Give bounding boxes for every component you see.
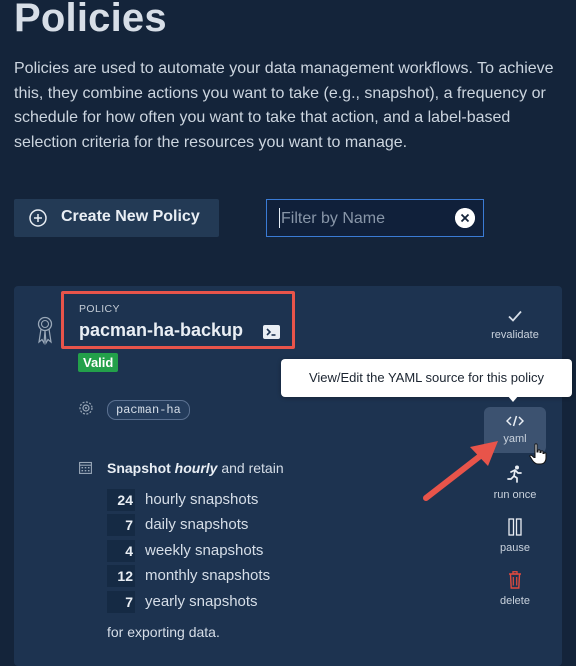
schedule-frequency: hourly <box>174 460 218 476</box>
running-person-icon <box>507 465 522 483</box>
delete-button[interactable]: delete <box>480 571 550 607</box>
create-new-policy-label: Create New Policy <box>61 208 200 225</box>
retention-count: 7 <box>107 591 135 613</box>
plus-circle-icon <box>29 209 47 227</box>
pause-label: pause <box>500 542 530 554</box>
retention-label: yearly snapshots <box>145 593 258 610</box>
hand-cursor-icon <box>529 443 547 465</box>
code-icon <box>505 415 525 427</box>
tooltip-arrow <box>507 395 519 402</box>
retention-count: 4 <box>107 540 135 562</box>
trash-icon <box>509 571 521 589</box>
retention-label: weekly snapshots <box>145 542 264 559</box>
retention-count: 12 <box>107 565 135 587</box>
filter-by-name-input[interactable] <box>279 207 443 231</box>
retention-label: monthly snapshots <box>145 567 271 584</box>
ribbon-icon <box>37 316 53 345</box>
filter-by-name-field[interactable] <box>266 199 484 237</box>
delete-label: delete <box>500 595 530 607</box>
calendar-icon <box>79 461 92 474</box>
selector-label-pill: pacman-ha <box>107 400 190 420</box>
create-new-policy-button[interactable]: Create New Policy <box>14 199 219 237</box>
pause-icon <box>508 518 522 536</box>
page-description: Policies are used to automate your data … <box>14 60 554 151</box>
text-caret <box>279 208 280 228</box>
policy-kicker: POLICY <box>79 303 120 315</box>
revalidate-label: revalidate <box>491 329 539 341</box>
pause-button[interactable]: pause <box>480 518 550 554</box>
yaml-tooltip: View/Edit the YAML source for this polic… <box>281 359 572 397</box>
revalidate-button[interactable]: revalidate <box>480 309 550 341</box>
check-icon <box>508 310 522 322</box>
retention-count: 7 <box>107 514 135 536</box>
retention-count: 24 <box>107 489 135 511</box>
schedule-summary: Snapshot hourly and retain <box>107 460 284 476</box>
page-title: Policies <box>14 0 167 40</box>
terminal-icon[interactable] <box>263 325 280 339</box>
schedule-action: Snapshot <box>107 460 171 476</box>
target-icon <box>79 401 93 415</box>
annotation-arrow <box>423 441 498 501</box>
status-badge: Valid <box>78 353 119 372</box>
policy-name: pacman-ha-backup <box>79 320 244 340</box>
export-note: for exporting data. <box>107 624 220 640</box>
schedule-suffix: and retain <box>221 460 284 476</box>
retention-label: hourly snapshots <box>145 491 259 508</box>
clear-icon[interactable] <box>455 208 475 228</box>
retention-label: daily snapshots <box>145 516 249 533</box>
